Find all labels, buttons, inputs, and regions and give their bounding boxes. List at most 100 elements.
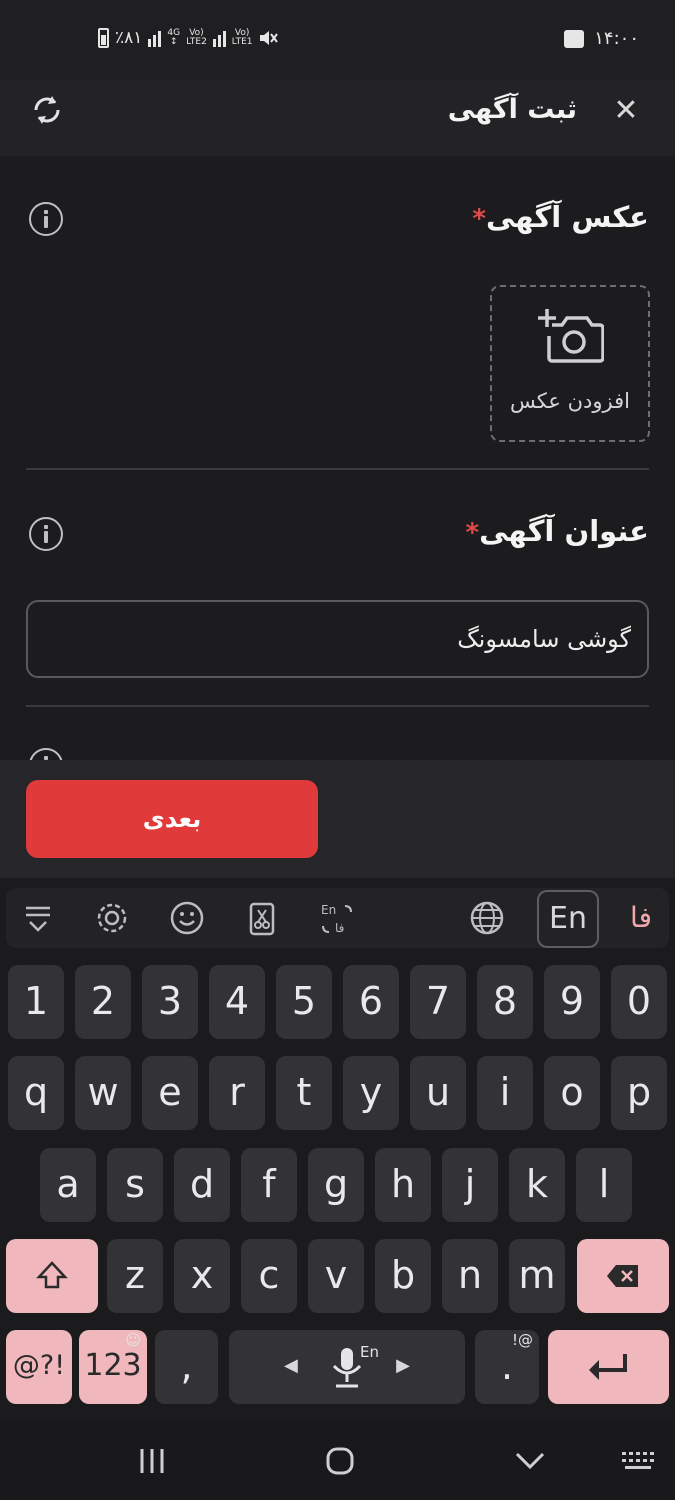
key-i[interactable]: i: [477, 1056, 533, 1130]
title-input[interactable]: [44, 625, 631, 653]
translate-icon[interactable]: En فا: [317, 898, 357, 938]
key-9[interactable]: 9: [544, 965, 600, 1039]
cursor-right-icon: ▶: [396, 1355, 410, 1376]
period-label: .: [500, 1344, 514, 1388]
language-en-button[interactable]: En: [537, 890, 599, 948]
add-camera-icon: [538, 309, 604, 363]
key-c[interactable]: c: [241, 1239, 297, 1313]
key-n[interactable]: n: [442, 1239, 498, 1313]
key-x[interactable]: x: [174, 1239, 230, 1313]
title-field[interactable]: [26, 600, 649, 678]
key-6[interactable]: 6: [343, 965, 399, 1039]
backspace-key[interactable]: [577, 1239, 669, 1313]
settings-icon[interactable]: [92, 898, 132, 938]
key-r[interactable]: r: [209, 1056, 265, 1130]
required-mark: *: [472, 204, 486, 234]
key-4[interactable]: 4: [209, 965, 265, 1039]
info-icon[interactable]: [29, 202, 63, 236]
svg-text:فا: فا: [335, 921, 344, 935]
signal-icon: [148, 29, 162, 47]
collapse-keyboard-icon[interactable]: [18, 898, 58, 938]
mute-icon: [260, 31, 279, 45]
message-icon: [564, 29, 585, 48]
key-g[interactable]: g: [308, 1148, 364, 1222]
add-photo-button[interactable]: افزودن عکس: [490, 285, 650, 442]
period-sup: !@: [511, 1331, 533, 1349]
key-d[interactable]: d: [174, 1148, 230, 1222]
key-0[interactable]: 0: [611, 965, 667, 1039]
key-p[interactable]: p: [611, 1056, 667, 1130]
info-icon[interactable]: [29, 517, 63, 551]
key-b[interactable]: b: [375, 1239, 431, 1313]
next-button[interactable]: بعدی: [26, 780, 318, 858]
globe-icon[interactable]: [467, 898, 507, 938]
enter-key[interactable]: [548, 1330, 669, 1404]
key-8[interactable]: 8: [477, 965, 533, 1039]
key-1[interactable]: 1: [8, 965, 64, 1039]
recent-apps-icon[interactable]: [138, 1446, 166, 1476]
language-fa-button[interactable]: فا: [611, 896, 671, 940]
clock: ۱۴:۰۰: [594, 28, 639, 49]
close-button[interactable]: ✕: [609, 94, 643, 128]
photo-section-label: عکس آگهی*: [464, 200, 649, 234]
keyboard-toolbar: En فا En فا: [6, 888, 669, 948]
refresh-button[interactable]: [30, 92, 64, 130]
key-s[interactable]: s: [107, 1148, 163, 1222]
title-section-label: عنوان آگهی*: [457, 514, 649, 548]
keyboard-switch-icon[interactable]: [620, 1446, 656, 1476]
key-3[interactable]: 3: [142, 965, 198, 1039]
key-o[interactable]: o: [544, 1056, 600, 1130]
divider: [26, 705, 649, 707]
photo-label-text: عکس آگهی: [485, 200, 649, 234]
key-q[interactable]: q: [8, 1056, 64, 1130]
refresh-icon: [34, 96, 60, 124]
keyboard: En فا En فا 1234567890 qwertyuiop asdfghj…: [0, 878, 675, 1422]
key-w[interactable]: w: [75, 1056, 131, 1130]
key-t[interactable]: t: [276, 1056, 332, 1130]
action-bar: بعدی: [0, 760, 675, 878]
emoji-icon[interactable]: [167, 898, 207, 938]
key-f[interactable]: f: [241, 1148, 297, 1222]
close-icon: ✕: [613, 93, 639, 128]
status-right: ۱۴:۰۰: [564, 28, 639, 49]
network-type-1: 4G ↕: [167, 28, 181, 47]
svg-text:En: En: [321, 903, 336, 917]
cursor-left-icon: ◀: [284, 1355, 298, 1376]
key-u[interactable]: u: [410, 1056, 466, 1130]
lte2-indicator: Vo) LTE2: [186, 28, 207, 47]
back-down-icon[interactable]: [514, 1446, 546, 1476]
info-icon[interactable]: [29, 748, 63, 760]
home-icon[interactable]: [325, 1446, 355, 1476]
battery-icon: [98, 28, 109, 48]
key-l[interactable]: l: [576, 1148, 632, 1222]
key-h[interactable]: h: [375, 1148, 431, 1222]
key-y[interactable]: y: [343, 1056, 399, 1130]
symbols-key[interactable]: @?!: [6, 1330, 72, 1404]
numbers-key-label: 123: [84, 1348, 142, 1383]
required-mark: *: [465, 518, 480, 548]
backspace-icon: [607, 1265, 638, 1287]
navigation-bar: [0, 1422, 675, 1500]
key-2[interactable]: 2: [75, 965, 131, 1039]
period-key[interactable]: . !@: [475, 1330, 539, 1404]
key-z[interactable]: z: [107, 1239, 163, 1313]
status-left: ٪۸۱ 4G ↕ Vo) LTE2 Vo) LTE1: [98, 28, 279, 48]
app-bar: ثبت آگهی ✕: [0, 80, 675, 156]
key-v[interactable]: v: [308, 1239, 364, 1313]
space-key[interactable]: ◀ En ▶: [229, 1330, 465, 1404]
battery-percent: ٪۸۱: [115, 28, 143, 48]
comma-key[interactable]: ,: [155, 1330, 218, 1404]
key-j[interactable]: j: [442, 1148, 498, 1222]
key-k[interactable]: k: [509, 1148, 565, 1222]
key-e[interactable]: e: [142, 1056, 198, 1130]
key-a[interactable]: a: [40, 1148, 96, 1222]
add-photo-label: افزودن عکس: [510, 389, 630, 413]
numbers-key[interactable]: 123 ☺: [79, 1330, 147, 1404]
clipboard-icon[interactable]: [242, 898, 282, 938]
lte1-indicator: Vo) LTE1: [231, 28, 253, 47]
key-m[interactable]: m: [509, 1239, 565, 1313]
key-7[interactable]: 7: [410, 965, 466, 1039]
space-lang-label: En: [360, 1343, 379, 1361]
key-5[interactable]: 5: [276, 965, 332, 1039]
shift-key[interactable]: [6, 1239, 98, 1313]
